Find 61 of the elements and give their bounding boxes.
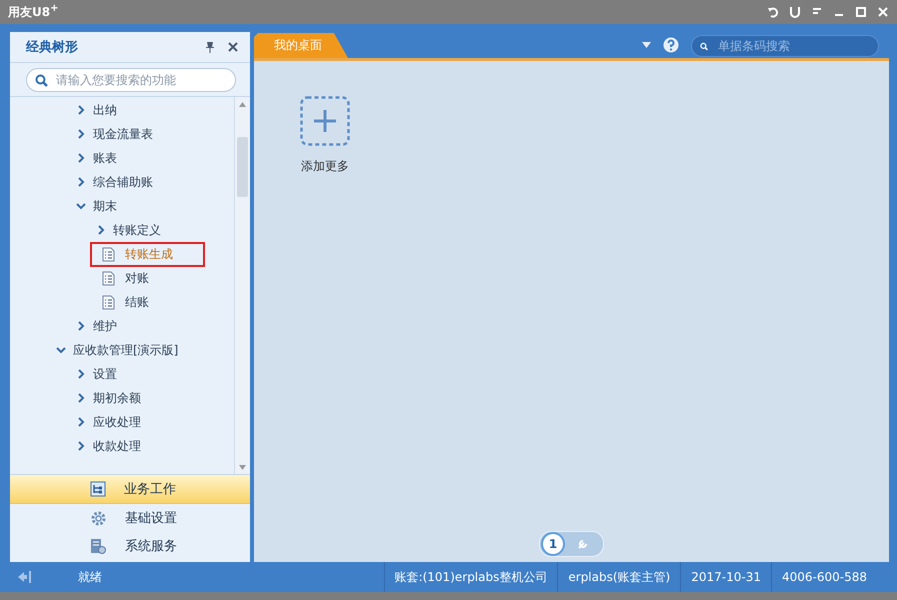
chevron-icon[interactable]: [56, 345, 66, 355]
tree-item[interactable]: 转账定义: [113, 222, 161, 238]
add-label: 添加更多: [301, 158, 349, 175]
tree-item[interactable]: 对账: [90, 266, 181, 290]
user-text: erplabs(账套主管): [557, 562, 680, 592]
chevron-icon[interactable]: [76, 417, 86, 427]
document-icon: [102, 246, 115, 262]
tree-item[interactable]: 应收处理: [93, 414, 141, 430]
date-text: 2017-10-31: [680, 562, 771, 592]
search-field[interactable]: 单据条码搜索: [691, 35, 879, 57]
add-button[interactable]: [300, 96, 350, 146]
undo-icon[interactable]: [767, 6, 779, 18]
chevron-icon[interactable]: [76, 321, 86, 331]
tree-item[interactable]: 账表: [93, 150, 117, 166]
tree-item[interactable]: 设置: [93, 366, 117, 382]
phone-text: 4006-600-588: [770, 562, 897, 592]
tree-item[interactable]: 期末: [93, 198, 117, 214]
pin-icon[interactable]: [204, 41, 216, 53]
search-input[interactable]: 请输入您要搜索的功能: [54, 72, 227, 88]
chevron-icon[interactable]: [76, 441, 86, 451]
document-icon: [102, 270, 115, 286]
help-icon[interactable]: [663, 37, 679, 53]
tree-item[interactable]: 现金流量表: [93, 126, 153, 142]
exit-icon[interactable]: [18, 571, 32, 583]
scrollbar[interactable]: [234, 97, 250, 474]
nav-item[interactable]: 系统服务: [10, 532, 250, 560]
tree-item[interactable]: 维护: [93, 318, 117, 334]
nav-item[interactable]: 基础设置: [10, 504, 250, 532]
app-title: 用友U8$^{+}$: [8, 3, 58, 21]
caret-icon[interactable]: [642, 42, 651, 48]
account-text: 账套:(101)erplabs整机公司: [384, 562, 558, 592]
tree-item[interactable]: 综合辅助账: [93, 174, 153, 190]
maximize-icon[interactable]: [855, 6, 867, 18]
scroll-down-icon[interactable]: [239, 465, 246, 470]
search-icon: [35, 74, 48, 86]
scroll-up-icon[interactable]: [239, 102, 246, 107]
nav-item[interactable]: 业务工作: [10, 475, 250, 504]
tree-item[interactable]: 出纳: [93, 102, 117, 118]
chevron-icon[interactable]: [76, 201, 86, 211]
tree-item[interactable]: 期初余额: [93, 390, 141, 406]
tree-item[interactable]: 收款处理: [93, 438, 141, 454]
chevron-icon[interactable]: [96, 225, 106, 235]
server-gear-icon: [90, 538, 107, 554]
status-text: 就绪: [78, 568, 102, 586]
chevron-icon[interactable]: [76, 369, 86, 379]
tree-item[interactable]: 应收款管理[演示版]: [73, 342, 178, 358]
tree-chart-icon: [90, 481, 106, 497]
search-field[interactable]: 请输入您要搜索的功能: [26, 68, 236, 92]
page-dot[interactable]: 1: [543, 534, 563, 554]
panel-title: 经典树形: [26, 39, 78, 56]
document-icon: [102, 294, 115, 310]
scroll-thumb[interactable]: [237, 137, 248, 197]
chevron-icon[interactable]: [76, 177, 86, 187]
chevron-icon[interactable]: [76, 129, 86, 139]
gear-icon: [90, 510, 107, 526]
close-icon[interactable]: [228, 42, 238, 52]
chevron-icon[interactable]: [76, 105, 86, 115]
tree-item[interactable]: 结账: [90, 290, 181, 314]
chevron-icon[interactable]: [76, 153, 86, 163]
chevron-icon[interactable]: [76, 393, 86, 403]
search-input[interactable]: 单据条码搜索: [716, 38, 870, 54]
